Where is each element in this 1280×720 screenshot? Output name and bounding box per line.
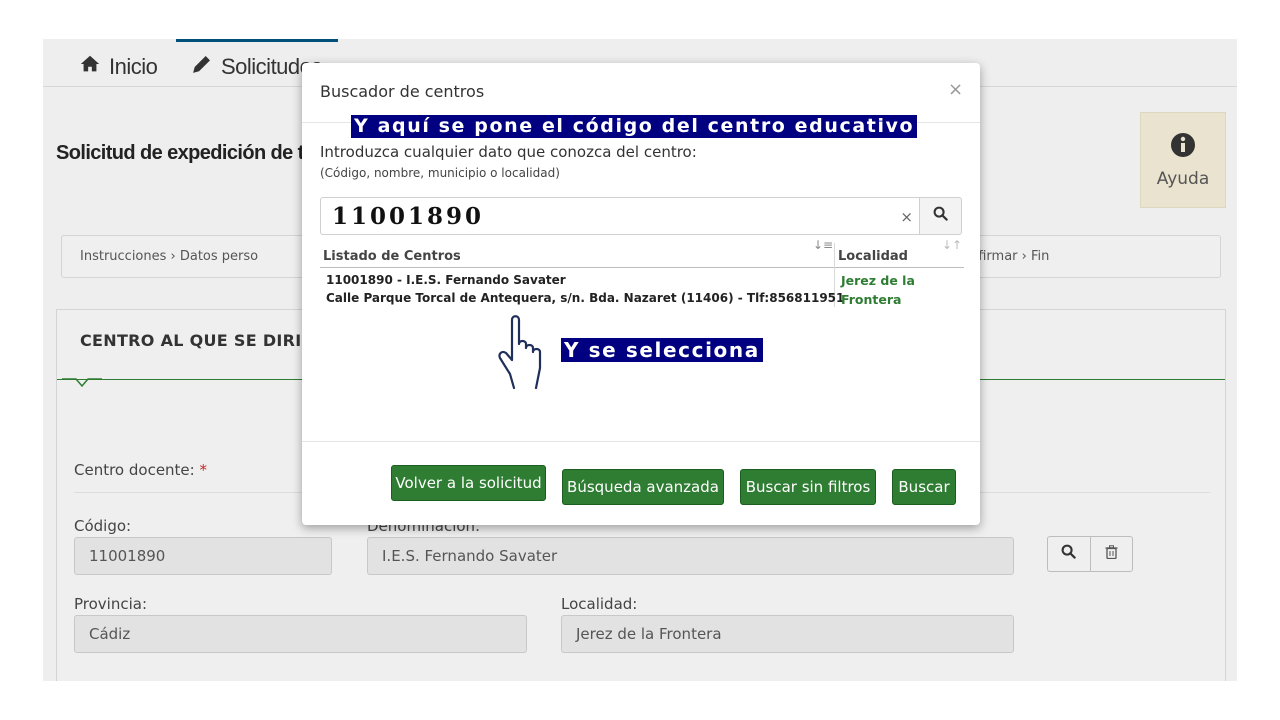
row-localidad-line1: Jerez de la — [841, 273, 915, 288]
codigo-label: Código: — [74, 517, 132, 535]
modal-footer-divider — [302, 441, 980, 442]
centro-search-input[interactable]: 11001890 × — [320, 197, 919, 235]
tab-inicio-label: Inicio — [109, 54, 158, 79]
centro-docente-text: Centro docente: — [74, 461, 195, 479]
codigo-field[interactable]: 11001890 — [74, 537, 332, 575]
buscar-button[interactable]: Buscar — [892, 469, 956, 505]
header-centros[interactable]: Listado de Centros — [323, 249, 461, 264]
localidad-label: Localidad: — [561, 595, 638, 613]
row-centro-name: 11001890 - I.E.S. Fernando Savater — [326, 273, 566, 287]
required-mark: * — [199, 461, 208, 479]
annotation-bottom: Y se selecciona — [561, 338, 763, 362]
delete-button[interactable] — [1089, 537, 1133, 571]
busqueda-avanzada-button[interactable]: Búsqueda avanzada — [562, 469, 724, 505]
info-icon — [1170, 132, 1196, 163]
annotation-top: Y aquí se pone el código del centro educ… — [351, 115, 918, 138]
home-icon — [79, 53, 101, 81]
provincia-label: Provincia: — [74, 595, 148, 613]
modal-intro: Introduzca cualquier dato que conozca de… — [320, 143, 697, 161]
denominacion-field[interactable]: I.E.S. Fernando Savater — [367, 537, 1014, 575]
active-tab-indicator — [176, 39, 338, 42]
table-header-line — [320, 267, 964, 268]
pointing-hand-icon — [498, 315, 542, 390]
modal-hint: (Código, nombre, municipio o localidad) — [320, 166, 560, 180]
pencil-icon — [191, 53, 213, 81]
screenshot-stage: Inicio Solicitudes Solicitud de expedici… — [0, 0, 1280, 720]
header-localidad[interactable]: Localidad — [838, 249, 908, 264]
clear-icon[interactable]: × — [900, 208, 913, 226]
modal-search-button[interactable] — [919, 197, 962, 235]
search-icon — [1061, 544, 1076, 564]
help-button[interactable]: Ayuda — [1140, 112, 1226, 208]
buscar-sin-filtros-button[interactable]: Buscar sin filtros — [740, 469, 876, 505]
sort-icon[interactable]: ↓↑ — [942, 238, 962, 252]
localidad-field[interactable]: Jerez de la Frontera — [561, 615, 1014, 653]
steps-right: nfirmar › Fin — [970, 249, 1050, 264]
trash-icon — [1105, 544, 1118, 564]
row-centro-address: Calle Parque Torcal de Antequera, s/n. B… — [326, 291, 845, 305]
centro-docente-label: Centro docente: * — [74, 461, 207, 479]
help-label: Ayuda — [1156, 168, 1210, 189]
modal-title: Buscador de centros — [320, 82, 485, 101]
volver-button[interactable]: Volver a la solicitud — [391, 465, 546, 501]
close-icon[interactable]: × — [948, 79, 963, 100]
table-row[interactable]: 11001890 - I.E.S. Fernando Savater Calle… — [326, 271, 844, 307]
row-localidad[interactable]: Jerez de la Frontera — [841, 271, 915, 309]
search-icon — [933, 206, 948, 226]
panel-title: CENTRO AL QUE SE DIRIGE — [80, 331, 327, 350]
panel-notch-icon — [62, 378, 102, 388]
provincia-field[interactable]: Cádiz — [74, 615, 527, 653]
centro-search-modal: Buscador de centros × Y aquí se pone el … — [302, 63, 980, 525]
row-localidad-line2: Frontera — [841, 292, 902, 307]
search-button[interactable] — [1048, 537, 1090, 571]
steps-left: Instrucciones › Datos perso — [80, 249, 259, 264]
tab-inicio[interactable]: Inicio — [79, 53, 158, 81]
field-actions — [1047, 536, 1133, 572]
sort-desc-icon[interactable]: ↓≡ — [813, 238, 833, 252]
search-input-value: 11001890 — [332, 203, 485, 230]
